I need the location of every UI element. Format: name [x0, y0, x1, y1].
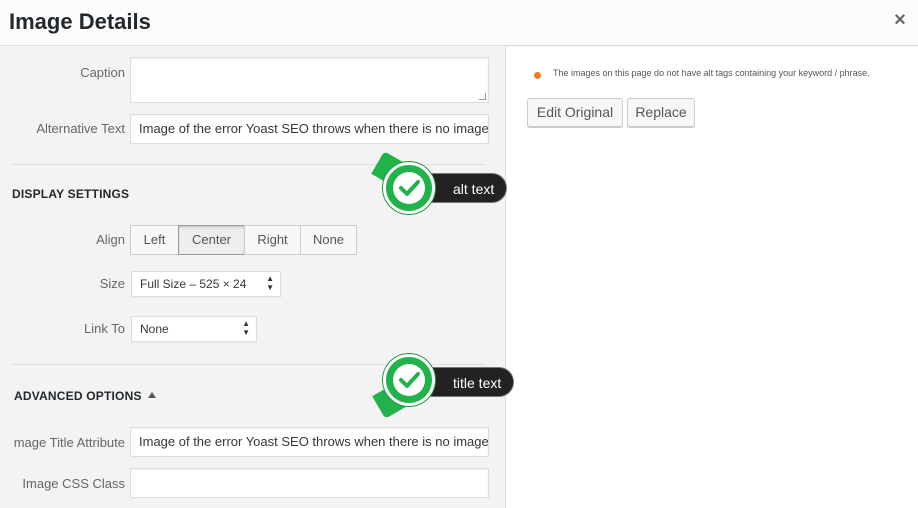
- align-center-button[interactable]: Center: [178, 225, 245, 255]
- modal-header: Image Details ×: [0, 0, 918, 46]
- alt-text-label: Alternative Text: [36, 121, 125, 136]
- align-none-button[interactable]: None: [300, 225, 357, 255]
- seo-notice: The images on this page do not have alt …: [553, 68, 870, 78]
- advanced-options-heading: ADVANCED OPTIONS: [14, 389, 142, 403]
- link-to-select[interactable]: None ▲ ▼: [131, 316, 257, 342]
- css-class-label: Image CSS Class: [22, 476, 125, 491]
- checkmark-icon: [393, 172, 425, 204]
- align-label: Align: [96, 232, 125, 247]
- checkmark-badge: [383, 162, 435, 214]
- caption-textarea[interactable]: [130, 57, 489, 103]
- triangle-up-icon: [147, 392, 156, 398]
- alt-text-input[interactable]: Image of the error Yoast SEO throws when…: [130, 114, 489, 144]
- title-attribute-input[interactable]: Image of the error Yoast SEO throws when…: [130, 427, 489, 457]
- settings-panel: Caption Alternative Text Image of the er…: [0, 47, 505, 508]
- advanced-options-toggle[interactable]: ADVANCED OPTIONS: [14, 389, 156, 403]
- checkmark-icon: [393, 364, 425, 396]
- modal-title: Image Details: [9, 9, 151, 34]
- size-select-value: Full Size – 525 × 24: [140, 277, 247, 291]
- title-attribute-label: mage Title Attribute: [13, 435, 125, 450]
- css-class-input[interactable]: [130, 468, 489, 498]
- replace-button[interactable]: Replace: [627, 98, 695, 127]
- align-right-button[interactable]: Right: [244, 225, 301, 255]
- alt-text-callout: alt text: [371, 151, 514, 218]
- link-to-label: Link To: [84, 321, 125, 336]
- title-text-callout: title text: [372, 352, 524, 419]
- align-left-button[interactable]: Left: [130, 225, 179, 255]
- edit-original-button[interactable]: Edit Original: [527, 98, 623, 127]
- select-arrows-icon: ▲ ▼: [242, 319, 250, 337]
- link-to-select-value: None: [140, 322, 169, 336]
- size-label: Size: [99, 276, 125, 291]
- image-actions-panel: The images on this page do not have alt …: [505, 47, 918, 508]
- caption-label: Caption: [80, 65, 125, 80]
- close-icon[interactable]: ×: [891, 10, 909, 30]
- align-button-group: Left Center Right None: [130, 225, 357, 255]
- checkmark-badge: [383, 354, 435, 406]
- resize-handle-icon[interactable]: [479, 93, 486, 100]
- size-select[interactable]: Full Size – 525 × 24 ▲ ▼: [131, 271, 281, 297]
- status-dot-icon: [534, 72, 541, 79]
- select-arrows-icon: ▲ ▼: [266, 274, 274, 292]
- display-settings-heading: DISPLAY SETTINGS: [12, 187, 130, 201]
